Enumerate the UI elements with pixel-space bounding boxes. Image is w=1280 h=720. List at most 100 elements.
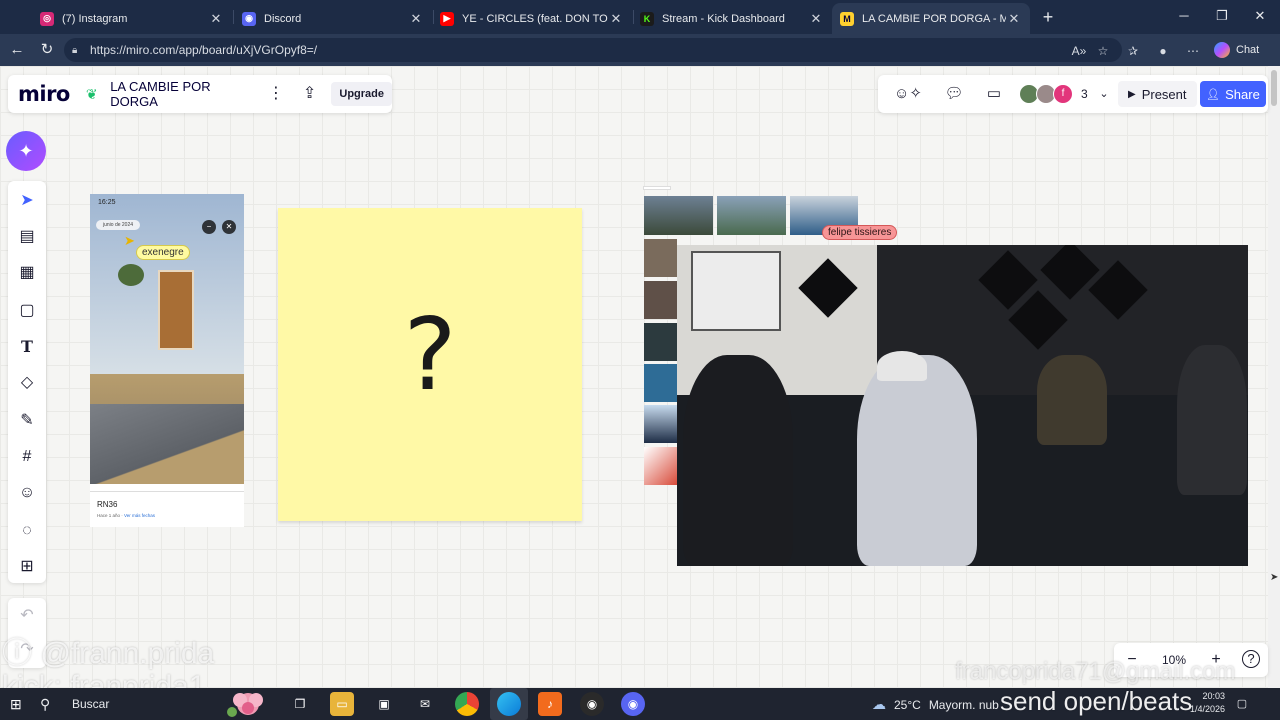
help-icon[interactable]: ? (1242, 650, 1260, 668)
chrome-icon[interactable] (455, 692, 479, 716)
avatar[interactable]: f (1053, 84, 1073, 104)
reactions-icon[interactable]: ☺✧ (890, 84, 926, 104)
road-area (90, 404, 244, 484)
upgrade-button[interactable]: Upgrade (331, 82, 392, 106)
weather-widget[interactable]: ☁ 25°C Mayorm. nub (872, 696, 999, 713)
image-thumbnail[interactable] (644, 239, 677, 277)
file-explorer-icon[interactable]: ▭ (330, 692, 354, 716)
shapes-icon[interactable]: ◇ (15, 371, 39, 395)
cursor-arrow-icon: ➤ (124, 233, 135, 248)
frame-icon[interactable]: # (15, 445, 39, 469)
tab-youtube[interactable]: ▶ YE - CIRCLES (feat. DON TOLIVER) ✕ (432, 3, 632, 34)
miro-icon: M (840, 11, 854, 26)
pen-icon[interactable]: ✎ (15, 409, 39, 433)
obs-icon[interactable]: ◉ (580, 692, 604, 716)
scrollbar-thumb[interactable] (1271, 70, 1277, 106)
board-title[interactable]: LA CAMBIE POR DORGA (110, 79, 246, 109)
place-label: RN36 (97, 500, 118, 509)
flower-widget-icon[interactable] (220, 688, 276, 720)
comment-icon[interactable]: ◌ (15, 519, 39, 543)
windows-start-icon[interactable]: ⊞ (10, 696, 26, 712)
refresh-icon[interactable]: ↻ (37, 40, 57, 60)
favorites-icon[interactable]: ✰ (1124, 42, 1142, 60)
image-thumbnail[interactable] (644, 196, 713, 235)
discord-taskbar-icon[interactable]: ◉ (621, 692, 645, 716)
person-silhouette (683, 355, 793, 566)
edge-icon[interactable] (497, 692, 521, 716)
favorite-star-icon[interactable]: ☆ (1094, 42, 1112, 60)
fl-studio-icon[interactable]: ♪ (538, 692, 562, 716)
collaborator-cursor-label: exenegre (136, 245, 190, 260)
video-call-icon[interactable]: ▭ (983, 84, 1005, 104)
tab-discord[interactable]: ◉ Discord ✕ (234, 3, 432, 34)
taskbar-clock[interactable]: 20:03 1/4/2026 (1190, 690, 1225, 716)
remote-cursor-label: felipe tissieres (822, 225, 898, 240)
play-icon: ▶ (1128, 88, 1136, 100)
close-icon[interactable]: ✕ (808, 11, 824, 27)
mail-icon[interactable]: ✉ (413, 692, 437, 716)
new-tab-button[interactable]: + (1038, 6, 1058, 28)
profile-icon[interactable]: ● (1154, 42, 1172, 60)
comments-icon[interactable]: 💬︎ (943, 84, 965, 104)
copilot-chat-button[interactable]: Chat (1214, 39, 1259, 61)
present-button[interactable]: ▶ Present (1118, 81, 1197, 107)
person-silhouette (1177, 345, 1247, 495)
sticky-note[interactable]: ? (278, 208, 582, 521)
tab-kick[interactable]: K Stream - Kick Dashboard ✕ (632, 3, 832, 34)
tab-miro[interactable]: M LA CAMBIE POR DORGA - Miro ✕ (832, 3, 1030, 34)
miro-logo[interactable]: miro (18, 82, 70, 106)
share-button[interactable]: 👤︎ Share (1200, 81, 1266, 107)
ai-sparkle-button[interactable]: ✦ (6, 131, 46, 171)
share-label: Share (1225, 86, 1260, 102)
instagram-handle-overlay: ⓘ @frann.prida (2, 628, 214, 672)
browser-tab-strip: ◎ (7) Instagram ✕ ◉ Discord ✕ ▶ YE - CIR… (0, 0, 1280, 34)
close-icon[interactable]: ✕ (208, 11, 224, 27)
phone-footer: RN36 Hace 1 año · Ver más fechas (90, 491, 244, 527)
cap-shape (877, 351, 927, 381)
store-icon[interactable]: ▣ (372, 692, 396, 716)
image-thumbnail[interactable] (644, 405, 677, 443)
tab-title: (7) Instagram (62, 12, 128, 25)
text-tool-icon[interactable]: T (15, 335, 39, 359)
back-icon[interactable]: ← (7, 40, 27, 60)
board-menu-icon[interactable]: ⋮ (266, 83, 286, 105)
image-thumbnail[interactable] (717, 196, 786, 235)
tab-instagram[interactable]: ◎ (7) Instagram ✕ (32, 3, 232, 34)
more-icon[interactable]: ⋯ (1184, 42, 1202, 60)
url-field[interactable]: 🔒︎ https://miro.com/app/board/uXjVGrOpyf… (64, 38, 1122, 62)
more-tools-icon[interactable]: ⊞ (15, 555, 39, 579)
close-icon[interactable]: ✕ (608, 11, 624, 27)
image-thumbnail[interactable] (644, 281, 677, 319)
close-icon[interactable]: ✕ (1006, 11, 1022, 27)
frame-layout-icon[interactable]: ▦ (15, 261, 39, 285)
sticky-note-icon[interactable]: ▢ (15, 299, 39, 323)
image-thumbnail[interactable] (644, 447, 677, 485)
close-icon[interactable]: ✕ (408, 11, 424, 27)
maximize-icon[interactable]: ❐ (1212, 6, 1232, 26)
door-image (158, 270, 194, 350)
task-view-icon[interactable]: ❐ (288, 692, 312, 716)
street-view-screenshot[interactable]: 16:25 junio de 2024 − ✕ RN36 Hace 1 año … (90, 194, 244, 527)
select-tool-icon[interactable]: ➤ (15, 189, 39, 213)
notification-icon[interactable]: ▢ (1234, 697, 1250, 711)
user-count[interactable]: 3 (1081, 87, 1088, 101)
vertical-scrollbar[interactable] (1268, 66, 1280, 688)
image-thumbnail[interactable] (644, 323, 677, 361)
read-aloud-icon[interactable]: A» (1070, 42, 1088, 60)
left-toolbar: ➤ ▤ ▦ ▢ T ◇ ✎ # ☺ ◌ ⊞ (8, 181, 46, 583)
image-thumbnail[interactable] (644, 364, 677, 402)
export-icon[interactable]: ⇪ (300, 83, 320, 105)
minimize-icon[interactable]: ─ (1174, 6, 1194, 26)
clock-time: 20:03 (1202, 691, 1226, 701)
undo-icon[interactable]: ↶ (15, 604, 39, 628)
emoji-sticker-icon[interactable]: ☺ (15, 481, 39, 505)
tree-shape (118, 264, 144, 286)
instagram-icon: ◎ (40, 11, 54, 26)
user-plus-icon: 👤︎ (1206, 88, 1221, 101)
image-thumbnail[interactable] (643, 186, 671, 190)
window-close-icon[interactable]: ✕ (1250, 6, 1270, 26)
chevron-down-icon[interactable]: ⌄ (1093, 84, 1115, 104)
person-silhouette (857, 355, 977, 566)
date-chip: junio de 2024 (96, 220, 140, 230)
templates-icon[interactable]: ▤ (15, 225, 39, 249)
